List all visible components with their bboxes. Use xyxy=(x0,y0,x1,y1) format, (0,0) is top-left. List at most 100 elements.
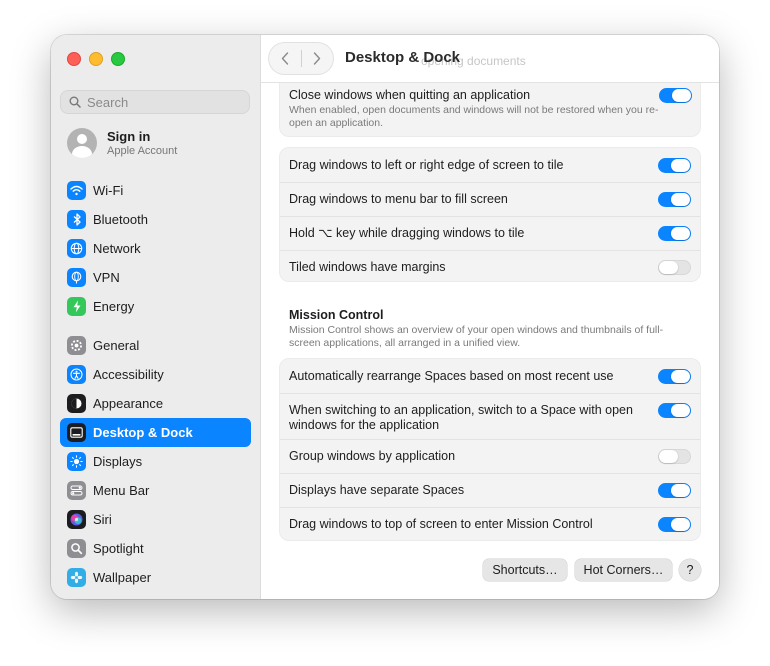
sidebar-item-label: Displays xyxy=(93,454,143,469)
group-windows-row: Group windows by application xyxy=(280,439,700,473)
setting-label: When switching to an application, switch… xyxy=(289,403,633,432)
chevron-left-icon xyxy=(281,52,288,65)
help-button[interactable]: ? xyxy=(679,559,701,581)
sidebar-item-label: Siri xyxy=(93,512,112,527)
sidebar-item-label: General xyxy=(93,338,140,353)
zoom-window-button[interactable] xyxy=(111,52,125,66)
sun-icon xyxy=(67,452,86,471)
apple-account-item[interactable]: Sign in Apple Account xyxy=(67,128,177,158)
sidebar-item-label: Appearance xyxy=(93,396,164,411)
fill-screen-row: Drag windows to menu bar to fill screen xyxy=(280,182,700,216)
back-button[interactable] xyxy=(269,43,301,74)
setting-label: Close windows when quitting an applicati… xyxy=(289,88,531,102)
sidebar-item-network[interactable]: Network xyxy=(60,234,251,263)
sidebar-item-label: Bluetooth xyxy=(93,212,148,227)
sidebar-item-appearance[interactable]: Appearance xyxy=(60,389,251,418)
sidebar-item-siri[interactable]: Siri xyxy=(60,505,251,534)
gear-icon xyxy=(67,336,86,355)
setting-description: When enabled, open documents and windows… xyxy=(289,104,659,129)
minimize-window-button[interactable] xyxy=(89,52,103,66)
sidebar-item-label: Desktop & Dock xyxy=(93,425,193,440)
dock-icon xyxy=(67,423,86,442)
close-windows-toggle[interactable] xyxy=(659,88,692,103)
account-subtitle: Apple Account xyxy=(107,144,178,157)
sidebar-item-label: Accessibility xyxy=(93,367,164,382)
sidebar-item-wallpaper[interactable]: Wallpaper xyxy=(60,563,251,592)
search-input[interactable] xyxy=(85,93,239,111)
tile-edge-toggle[interactable] xyxy=(658,157,691,173)
fill-screen-toggle[interactable] xyxy=(658,192,691,207)
close-windows-card: Close windows when quitting an applicati… xyxy=(279,80,701,137)
sidebar-item-label: Wallpaper xyxy=(93,570,152,585)
menubar-icon xyxy=(67,481,86,500)
setting-label: Automatically rearrange Spaces based on … xyxy=(289,368,614,383)
history-nav xyxy=(269,43,333,74)
switch-space-toggle[interactable] xyxy=(658,403,691,418)
account-name: Sign in xyxy=(107,128,151,144)
globe-icon xyxy=(67,239,86,258)
sidebar-item-wifi[interactable]: Wi-Fi xyxy=(60,176,251,205)
wallpaper-icon xyxy=(67,568,86,587)
wifi-icon xyxy=(67,181,86,200)
tile-edge-row: Drag windows to left or right edge of sc… xyxy=(280,148,700,182)
setting-label: Group windows by application xyxy=(289,449,456,463)
separate-spaces-toggle[interactable] xyxy=(658,483,691,498)
sidebar-item-bluetooth[interactable]: Bluetooth xyxy=(60,205,251,234)
setting-label: Hold ⌥ key while dragging windows to til… xyxy=(289,226,525,240)
switch-space-row: When switching to an application, switch… xyxy=(280,393,700,439)
sidebar-item-label: Network xyxy=(93,241,141,256)
rearrange-spaces-toggle[interactable] xyxy=(658,368,691,384)
sidebar-item-label: Energy xyxy=(93,299,135,314)
bolt-icon xyxy=(67,297,86,316)
option-tile-row: Hold ⌥ key while dragging windows to til… xyxy=(280,216,700,250)
chevron-right-icon xyxy=(314,52,321,65)
spotlight-icon xyxy=(67,539,86,558)
accessibility-icon xyxy=(67,365,86,384)
sidebar-item-vpn[interactable]: VPN xyxy=(60,263,251,292)
mission-control-description: Mission Control shows an overview of you… xyxy=(289,324,664,349)
sidebar-item-label: VPN xyxy=(93,270,120,285)
traffic-lights xyxy=(67,52,125,66)
sidebar-item-label: Spotlight xyxy=(93,541,144,556)
mission-control-card: Automatically rearrange Spaces based on … xyxy=(279,358,701,541)
sidebar-item-general[interactable]: General xyxy=(60,331,251,360)
sidebar-item-accessibility[interactable]: Accessibility xyxy=(60,360,251,389)
content-pane: opening documents Desktop & Dock Close w… xyxy=(261,35,719,599)
sidebar-group-system: General Accessibility Appearance Desktop… xyxy=(60,331,251,592)
group-windows-toggle[interactable] xyxy=(658,449,691,464)
drag-mission-control-row: Drag windows to top of screen to enter M… xyxy=(280,507,700,540)
separate-spaces-row: Displays have separate Spaces xyxy=(280,473,700,507)
search-icon xyxy=(69,96,81,108)
siri-icon xyxy=(67,510,86,529)
mission-control-heading: Mission Control xyxy=(289,308,384,322)
setting-label: Drag windows to top of screen to enter M… xyxy=(289,516,593,531)
setting-label: Tiled windows have margins xyxy=(289,259,446,274)
toolbar: opening documents Desktop & Dock xyxy=(261,35,719,83)
settings-window: Sign in Apple Account Wi-Fi Bluetooth xyxy=(51,35,719,599)
avatar xyxy=(67,128,97,158)
sidebar-item-spotlight[interactable]: Spotlight xyxy=(60,534,251,563)
page-title: Desktop & Dock xyxy=(345,49,461,66)
setting-label: Displays have separate Spaces xyxy=(289,483,465,497)
sidebar-item-energy[interactable]: Energy xyxy=(60,292,251,321)
vpn-icon xyxy=(67,268,86,287)
appearance-icon xyxy=(67,394,86,413)
sidebar-item-menu-bar[interactable]: Menu Bar xyxy=(60,476,251,505)
sidebar-item-displays[interactable]: Displays xyxy=(60,447,251,476)
sidebar-group-network: Wi-Fi Bluetooth Network VPN Energy xyxy=(60,176,251,321)
option-tile-toggle[interactable] xyxy=(658,226,691,241)
search-field[interactable] xyxy=(60,90,250,114)
sidebar-item-label: Wi-Fi xyxy=(93,183,124,198)
forward-button[interactable] xyxy=(301,43,333,74)
sidebar-item-desktop-dock[interactable]: Desktop & Dock xyxy=(60,418,251,447)
close-window-button[interactable] xyxy=(67,52,81,66)
sidebar: Sign in Apple Account Wi-Fi Bluetooth xyxy=(51,35,261,599)
drag-mission-control-toggle[interactable] xyxy=(658,516,691,532)
setting-label: Drag windows to left or right edge of sc… xyxy=(289,157,564,172)
sidebar-item-label: Menu Bar xyxy=(93,483,150,498)
hot-corners-button[interactable]: Hot Corners… xyxy=(575,559,672,581)
rearrange-spaces-row: Automatically rearrange Spaces based on … xyxy=(280,359,700,393)
shortcuts-button[interactable]: Shortcuts… xyxy=(483,559,567,581)
setting-label: Drag windows to menu bar to fill screen xyxy=(289,192,508,206)
tile-margins-toggle[interactable] xyxy=(658,259,691,275)
